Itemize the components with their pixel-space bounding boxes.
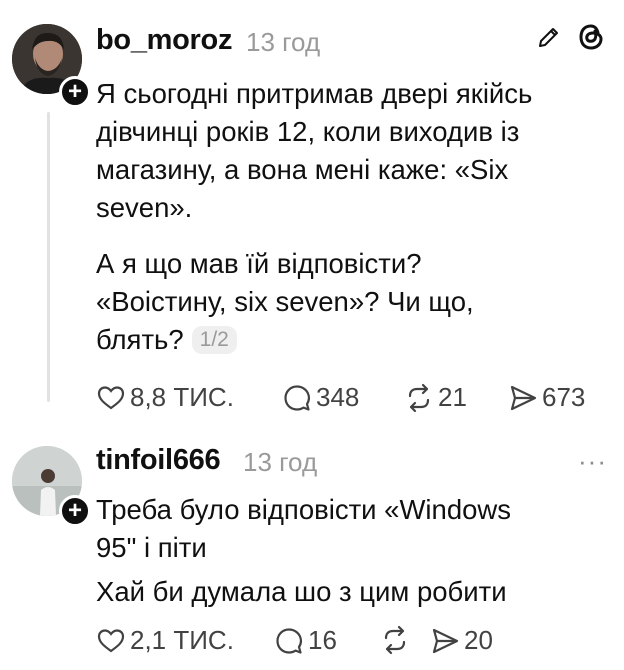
thread-line [47,112,50,402]
post-paragraph-2: А я що мав їй відповісти? «Воістину, six… [96,248,474,355]
username[interactable]: bo_moroz [96,24,232,57]
reply-follow-plus-icon[interactable]: + [59,495,91,527]
comment-count: 348 [316,382,360,412]
reply-repost-button[interactable] [380,625,414,655]
page-indicator: 1/2 [191,326,237,354]
heart-icon [97,628,125,652]
share-icon [432,628,459,653]
reply-time: 13 год [243,447,318,477]
post: bo_moroz 13 год Я сьогодні притримав две… [0,0,624,432]
heart-icon [97,385,125,409]
reply-username[interactable]: tinfoil666 [96,444,221,477]
reply-comment-button[interactable]: 16 [274,625,337,656]
repost-count: 21 [438,382,467,412]
repost-icon [408,383,430,412]
reply-share-button[interactable]: 20 [430,625,493,656]
like-button[interactable]: 8,8 ТИС. [96,382,234,413]
reply-text: Треба було відповісти «Windows 95" і піт… [96,494,512,563]
share-button[interactable]: 673 [508,382,585,413]
repost-icon [384,625,406,655]
like-count: 8,8 ТИС. [130,382,234,412]
comment-icon [276,627,302,654]
more-options-icon[interactable]: ··· [578,446,607,477]
post-paragraph-1: Я сьогодні притримав двері якійсь дівчин… [96,78,533,223]
comment-icon [284,384,310,411]
reply-share-count: 20 [464,625,493,655]
post-time: 13 год [246,27,321,57]
share-icon [510,385,537,410]
comment-button[interactable]: 348 [282,382,359,413]
reply-comment-count: 16 [308,625,337,655]
reply-like-button[interactable]: 2,1 ТИС. [96,625,234,656]
edit-icon[interactable] [536,24,562,55]
reply-text-line-3: Хай би думала шо з цим робити [96,576,507,607]
follow-plus-icon[interactable]: + [59,76,91,108]
threads-logo-icon[interactable] [576,22,606,57]
reply-like-count: 2,1 ТИС. [130,625,234,655]
share-count: 673 [542,382,586,412]
repost-button[interactable]: 21 [404,382,467,413]
